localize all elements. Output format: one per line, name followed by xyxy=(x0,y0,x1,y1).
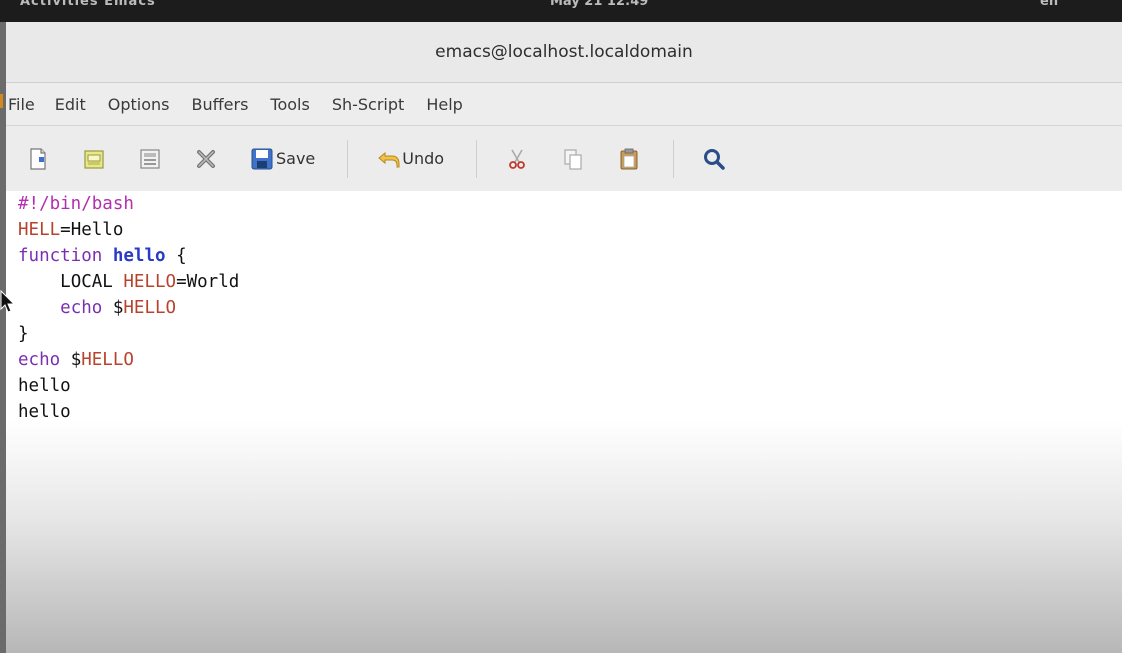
menu-buffers[interactable]: Buffers xyxy=(192,95,249,114)
copy-button[interactable] xyxy=(561,142,585,176)
menu-options[interactable]: Options xyxy=(108,95,170,114)
system-top-bar: Activities Emacs May 21 12:49 en xyxy=(0,0,1122,22)
code-line-2: HELL=Hello xyxy=(18,220,124,240)
menu-edit[interactable]: Edit xyxy=(55,95,86,114)
cut-button[interactable] xyxy=(505,142,529,176)
clock[interactable]: May 21 12:49 xyxy=(550,0,648,9)
undo-icon xyxy=(378,151,400,167)
dired-button[interactable] xyxy=(138,142,162,176)
paste-button[interactable] xyxy=(617,142,641,176)
toolbar-separator xyxy=(476,139,478,178)
activities-label[interactable]: Activities Emacs xyxy=(20,0,156,9)
cut-icon xyxy=(509,149,525,169)
code-line-4: LOCAL HELLO=World xyxy=(60,272,240,292)
menu-tools[interactable]: Tools xyxy=(270,95,309,114)
search-icon xyxy=(704,148,725,170)
save-icon xyxy=(251,148,273,169)
code-line-8: hello xyxy=(18,376,71,396)
search-button[interactable] xyxy=(702,142,726,176)
code-text[interactable]: #!/bin/bash HELL=Hello function hello { … xyxy=(18,191,239,425)
code-line-5: echo $HELLO xyxy=(60,298,177,318)
mouse-pointer-icon xyxy=(0,290,16,313)
paste-icon xyxy=(620,148,638,169)
menubar: File Edit Options Buffers Tools Sh-Scrip… xyxy=(6,83,1122,126)
toolbar: Save Undo xyxy=(6,126,1122,192)
copy-icon xyxy=(564,148,582,170)
new-file-icon xyxy=(30,147,46,170)
close-icon xyxy=(197,149,215,168)
menu-sh-script[interactable]: Sh-Script xyxy=(332,95,404,114)
code-line-6: } xyxy=(18,324,29,344)
open-folder-icon xyxy=(84,149,104,169)
code-line-1: #!/bin/bash xyxy=(18,194,134,214)
save-button[interactable]: Save xyxy=(250,142,315,176)
menu-file[interactable]: File xyxy=(8,95,35,114)
window-title: emacs@localhost.localdomain xyxy=(435,42,693,62)
code-line-7: echo $HELLO xyxy=(18,350,134,370)
menu-help[interactable]: Help xyxy=(426,95,462,114)
open-file-button[interactable] xyxy=(82,142,106,176)
emacs-window: emacs@localhost.localdomain File Edit Op… xyxy=(6,22,1122,653)
code-line-3: function hello { xyxy=(18,246,187,266)
undo-button[interactable]: Undo xyxy=(376,142,444,176)
save-label: Save xyxy=(276,149,316,168)
kill-buffer-button[interactable] xyxy=(194,142,218,176)
window-titlebar[interactable]: emacs@localhost.localdomain xyxy=(6,22,1122,83)
code-line-9: hello xyxy=(18,402,71,422)
undo-label: Undo xyxy=(402,149,445,168)
toolbar-separator xyxy=(673,139,675,178)
dired-icon xyxy=(140,148,160,169)
toolbar-separator xyxy=(347,139,349,178)
input-indicator[interactable]: en xyxy=(1040,0,1058,9)
new-file-button[interactable] xyxy=(26,142,50,176)
editor-buffer[interactable]: #!/bin/bash HELL=Hello function hello { … xyxy=(6,191,1122,653)
